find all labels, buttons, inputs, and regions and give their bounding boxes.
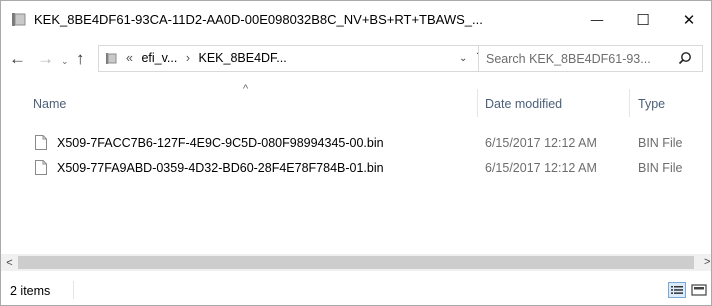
file-type: BIN File <box>638 136 683 150</box>
folder-icon <box>12 13 26 26</box>
close-button[interactable]: ✕ <box>666 1 712 39</box>
address-dropdown-icon[interactable]: ⌄ <box>459 53 467 64</box>
details-view-icon <box>671 286 683 294</box>
horizontal-scrollbar[interactable]: < > <box>1 254 711 271</box>
scroll-right-button[interactable]: > <box>704 254 711 271</box>
scroll-left-button[interactable]: < <box>1 254 18 271</box>
search-box[interactable]: Search KEK_8BE4DF61-93... <box>478 45 703 72</box>
maximize-button[interactable]: ☐ <box>620 1 666 39</box>
close-icon: ✕ <box>682 12 696 29</box>
item-count: 2 items <box>10 284 51 298</box>
file-type: BIN File <box>638 161 683 175</box>
search-input[interactable]: Search KEK_8BE4DF61-93... <box>486 52 651 66</box>
file-name: X509-7FACC7B6-127F-4E9C-9C5D-080F9899434… <box>57 136 384 150</box>
column-header-date-modified[interactable]: Date modified <box>485 97 562 111</box>
breadcrumb-item-parent[interactable]: efi_v... <box>136 51 177 65</box>
file-row[interactable]: X509-77FA9ABD-0359-4D32-BD60-28F4E78F784… <box>1 157 711 179</box>
back-button[interactable]: ← <box>9 50 26 67</box>
maximize-icon: ☐ <box>636 12 650 29</box>
up-button[interactable]: ↑ <box>76 50 85 67</box>
search-icon <box>678 52 691 65</box>
file-date-modified: 6/15/2017 12:12 AM <box>485 161 597 175</box>
file-icon <box>35 160 47 175</box>
minimize-icon: — <box>590 13 604 27</box>
file-icon <box>35 135 47 150</box>
large-icons-view-icon <box>691 284 707 296</box>
minimize-button[interactable]: — <box>574 1 620 39</box>
details-view-button[interactable] <box>668 282 686 298</box>
status-bar: 2 items <box>1 271 711 305</box>
breadcrumb-item-current[interactable]: KEK_8BE4DF... <box>198 51 286 65</box>
address-bar[interactable]: « efi_v... › KEK_8BE4DF... ⌄ ↻ <box>98 45 498 72</box>
forward-button[interactable]: → <box>37 50 54 67</box>
file-row[interactable]: X509-7FACC7B6-127F-4E9C-9C5D-080F9899434… <box>1 132 711 154</box>
column-header-name[interactable]: Name <box>33 97 66 111</box>
breadcrumb: « efi_v... › KEK_8BE4DF... <box>126 51 287 65</box>
column-header-row: ^ Name Date modified Type <box>1 79 711 119</box>
column-divider[interactable] <box>629 89 630 117</box>
status-divider <box>73 281 74 299</box>
title-bar: KEK_8BE4DF61-93CA-11D2-AA0D-00E098032B8C… <box>1 1 711 39</box>
recent-locations-chevron-icon[interactable]: ⌄ <box>61 53 69 70</box>
file-date-modified: 6/15/2017 12:12 AM <box>485 136 597 150</box>
explorer-window: KEK_8BE4DF61-93CA-11D2-AA0D-00E098032B8C… <box>0 0 712 306</box>
sort-ascending-icon: ^ <box>243 83 249 95</box>
large-icons-view-button[interactable] <box>690 282 708 298</box>
window-title: KEK_8BE4DF61-93CA-11D2-AA0D-00E098032B8C… <box>34 12 483 27</box>
navigation-bar: ← → ⌄ ↑ « efi_v... › KEK_8BE4DF... ⌄ ↻ S… <box>1 39 711 79</box>
folder-icon <box>106 53 117 64</box>
file-name: X509-77FA9ABD-0359-4D32-BD60-28F4E78F784… <box>57 161 384 175</box>
breadcrumb-separator[interactable]: › <box>181 51 195 65</box>
scrollbar-thumb[interactable] <box>18 256 694 269</box>
breadcrumb-overflow[interactable]: « <box>126 51 133 65</box>
column-header-type[interactable]: Type <box>638 97 665 111</box>
column-divider[interactable] <box>477 89 478 117</box>
